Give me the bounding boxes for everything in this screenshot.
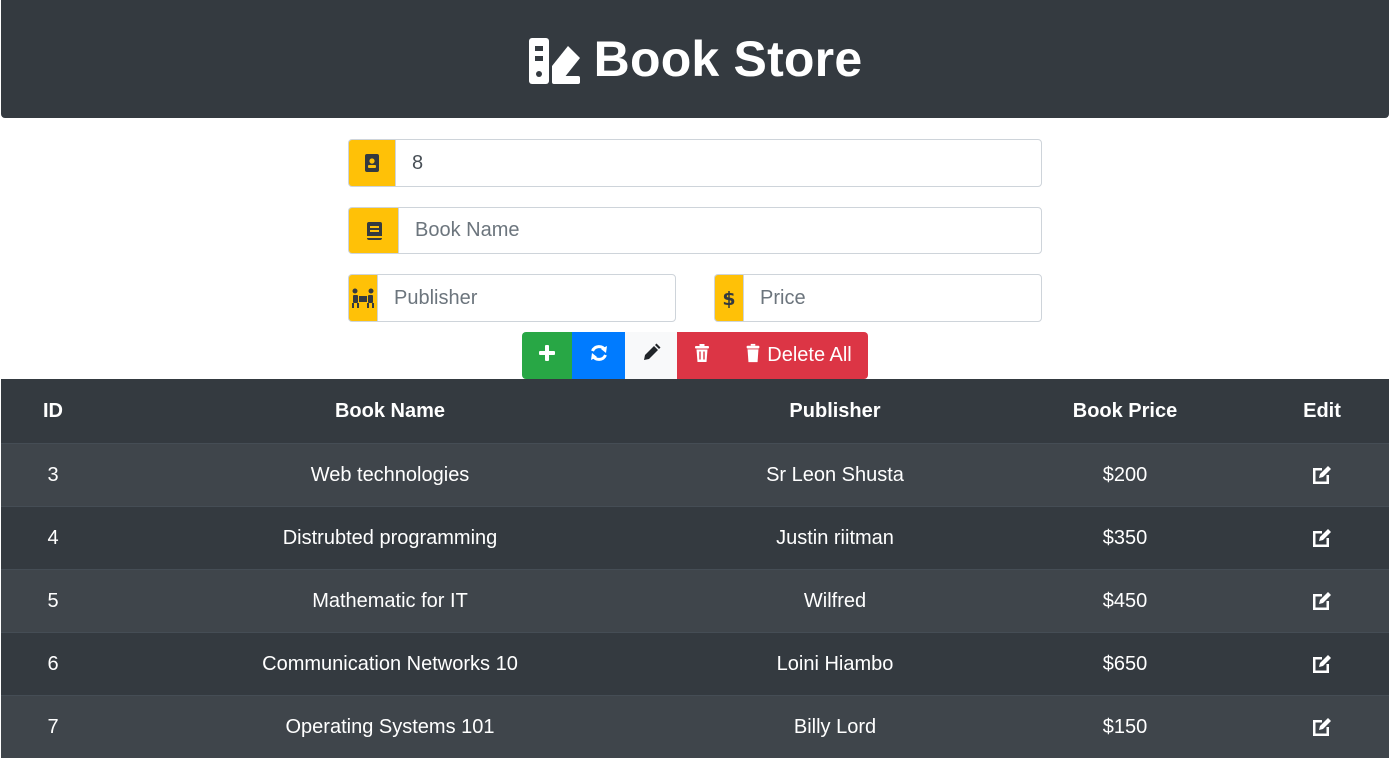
books-table: ID Book Name Publisher Book Price Edit 3… [1,379,1389,758]
table-row: 6 Communication Networks 10 Loini Hiambo… [1,633,1389,696]
book-icon [348,207,398,254]
column-header-publisher: Publisher [675,379,995,444]
cell-price: $350 [995,507,1255,570]
pencil-icon [640,342,662,370]
column-header-id: ID [1,379,105,444]
cell-publisher: Sr Leon Shusta [675,444,995,507]
cell-price: $650 [995,633,1255,696]
table-row: 5 Mathematic for IT Wilfred $450 [1,570,1389,633]
id-card-icon [348,139,395,187]
page-title: Book Store [594,30,863,88]
price-input-group: $ [714,274,1042,322]
delete-button[interactable] [677,332,727,379]
svg-text:$: $ [722,288,735,309]
column-header-book-price: Book Price [995,379,1255,444]
cell-book-name: Operating Systems 101 [105,696,675,758]
price-field[interactable] [743,274,1042,322]
table-row: 4 Distrubted programming Justin riitman … [1,507,1389,570]
edit-row-icon[interactable] [1255,570,1389,633]
column-header-edit: Edit [1255,379,1389,444]
cell-book-name: Mathematic for IT [105,570,675,633]
cell-price: $450 [995,570,1255,633]
delete-all-button[interactable]: Delete All [727,332,868,379]
book-name-field[interactable] [398,207,1042,254]
app-header: Book Store [1,0,1389,118]
trash-icon [743,343,763,369]
edit-row-icon[interactable] [1255,696,1389,758]
cell-id: 3 [1,444,105,507]
publisher-field[interactable] [377,274,676,322]
edit-row-icon[interactable] [1255,633,1389,696]
column-header-book-name: Book Name [105,379,675,444]
table-header-row: ID Book Name Publisher Book Price Edit [1,379,1389,444]
table-row: 7 Operating Systems 101 Billy Lord $150 [1,696,1389,758]
cell-publisher: Loini Hiambo [675,633,995,696]
book-name-input-group [348,207,1042,254]
refresh-button[interactable] [572,332,625,379]
cell-id: 6 [1,633,105,696]
cell-id: 7 [1,696,105,758]
cell-price: $150 [995,696,1255,758]
cell-book-name: Communication Networks 10 [105,633,675,696]
id-field[interactable] [395,139,1042,187]
publisher-input-group [348,274,676,322]
people-carry-icon [348,274,377,322]
trash-icon [691,342,713,370]
cell-book-name: Web technologies [105,444,675,507]
book-shelf-icon [528,36,582,86]
cell-id: 5 [1,570,105,633]
edit-row-icon[interactable] [1255,444,1389,507]
cell-publisher: Wilfred [675,570,995,633]
cell-publisher: Billy Lord [675,696,995,758]
edit-button[interactable] [625,332,677,379]
dollar-icon: $ [714,274,743,322]
sync-icon [588,342,610,370]
plus-icon [536,342,558,370]
cell-book-name: Distrubted programming [105,507,675,570]
edit-row-icon[interactable] [1255,507,1389,570]
delete-all-label: Delete All [767,344,852,367]
id-input-group [348,139,1042,187]
cell-id: 4 [1,507,105,570]
add-button[interactable] [522,332,572,379]
cell-publisher: Justin riitman [675,507,995,570]
cell-price: $200 [995,444,1255,507]
table-row: 3 Web technologies Sr Leon Shusta $200 [1,444,1389,507]
